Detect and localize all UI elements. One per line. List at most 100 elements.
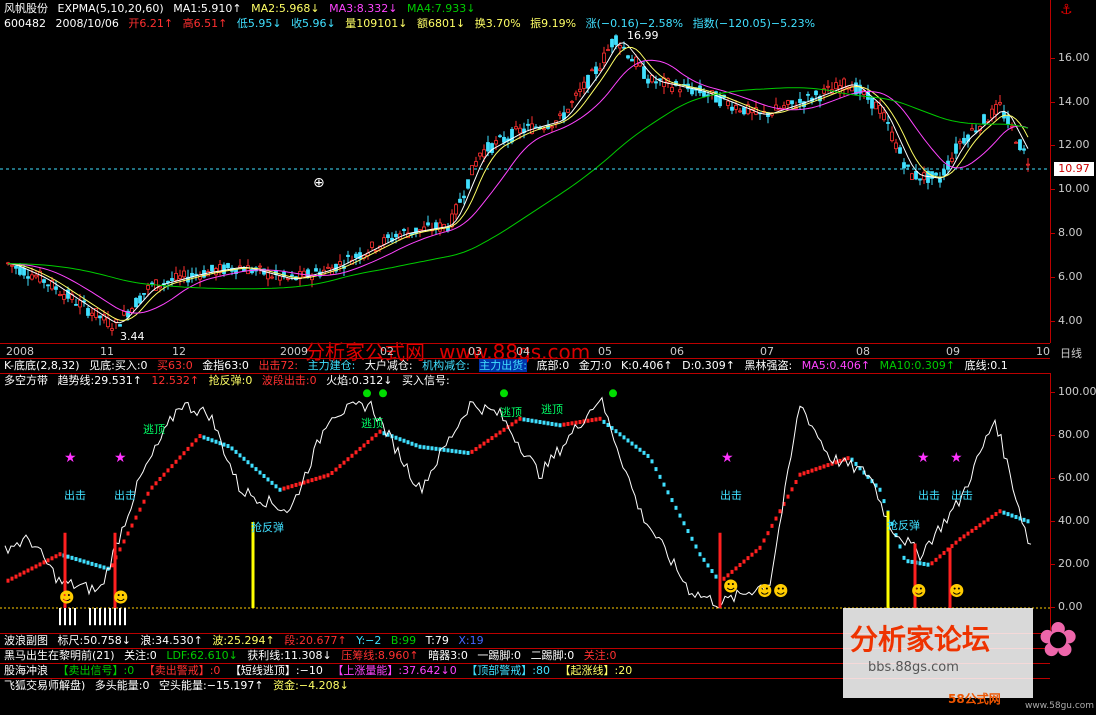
trend-dot: [146, 491, 150, 496]
trend-dot: [158, 477, 162, 481]
candle-body: [178, 275, 182, 279]
candle-body: [590, 69, 594, 72]
wave-bo: 波:25.294↑: [212, 634, 275, 647]
candle-body: [386, 234, 390, 238]
candle-body: [938, 178, 942, 183]
candle-body: [962, 137, 966, 144]
trend-dot: [902, 555, 906, 560]
trend-dot: [638, 447, 642, 452]
candle-body: [142, 293, 146, 295]
candle-body: [74, 303, 78, 306]
candle-body: [622, 46, 626, 49]
trend-dot: [618, 432, 622, 437]
trend-dot: [414, 443, 418, 448]
period-label[interactable]: 日线: [1060, 345, 1082, 361]
smiley-icon: ☻: [757, 582, 773, 600]
candle-body: [826, 85, 830, 88]
crosshair-cursor-icon[interactable]: ⊕: [313, 175, 325, 191]
trend-dot: [1014, 514, 1018, 519]
candle-body: [906, 164, 910, 167]
ma2-line: [7, 46, 1029, 321]
candle-body: [730, 106, 734, 111]
trend-dot: [346, 457, 350, 462]
candle-body: [326, 266, 330, 269]
trend-dot: [86, 560, 90, 565]
trend-dot: [1006, 512, 1010, 517]
trend-dot: [802, 471, 806, 476]
candle-body: [86, 308, 90, 316]
fox-row: 飞狐交易师解盘) 多头能量:0 空头能量:−15.197↑ 资金:−4.208↓: [4, 679, 355, 693]
trend-dot: [150, 485, 154, 490]
home-icon[interactable]: ⚓: [1060, 2, 1073, 18]
candle-body: [654, 81, 658, 84]
candle-body: [258, 265, 262, 268]
trend-dot: [666, 490, 670, 495]
trend-dot: [650, 459, 654, 464]
trend-dot: [190, 442, 194, 447]
surf-sell: 【卖出信号】:0: [57, 664, 135, 677]
trend-dot: [458, 449, 462, 454]
high-price-label: 16.99: [627, 29, 659, 42]
ma1-label: MA1:5.910↑: [173, 2, 242, 15]
price-chart[interactable]: [0, 0, 1050, 343]
date-axis-label: 06: [670, 345, 684, 358]
candle-body: [566, 108, 570, 113]
logo-58: 58公式网: [948, 692, 1001, 706]
wave-b: B:99: [390, 634, 417, 647]
candle-body: [466, 179, 470, 189]
candle-body: [886, 122, 890, 124]
trend-dot: [846, 456, 850, 461]
trend-dot: [370, 436, 374, 441]
turnover: 换3.70%: [474, 17, 521, 30]
trend-dot: [266, 477, 270, 482]
trend-dot: [566, 421, 570, 426]
trend-dot: [94, 563, 98, 568]
trend-dot: [282, 486, 286, 491]
green-signal-dot: [363, 389, 371, 398]
trend-dot: [486, 438, 490, 443]
trend-dot: [398, 437, 402, 442]
trend-dot: [878, 487, 882, 492]
candle-body: [150, 282, 154, 285]
trend-dot: [214, 439, 218, 444]
low-price: 低5.95↓: [236, 17, 282, 30]
indicator-tick: 80.00: [1050, 428, 1090, 441]
star-icon: ★: [64, 450, 77, 466]
candle-body: [806, 93, 810, 96]
candle-body: [526, 123, 530, 126]
trend-dot: [934, 557, 938, 562]
trend-dot: [626, 438, 630, 443]
trend-dot: [22, 570, 26, 575]
candle-body: [734, 104, 738, 110]
candle-body: [118, 324, 122, 327]
chart-header-row2: 600482 2008/10/06 开6.21↑ 高6.51↑ 低5.95↓ 收…: [4, 17, 821, 31]
candle-body: [402, 229, 406, 231]
candle-body: [314, 268, 318, 272]
candle-body: [910, 173, 914, 180]
trend-dot: [602, 419, 606, 424]
trend-dot: [466, 450, 470, 455]
trend-dot: [794, 480, 798, 485]
star-icon: ★: [917, 450, 930, 466]
date-axis-label: 2008: [6, 345, 34, 358]
candle-body: [514, 126, 518, 130]
wave-title: 波浪副图: [4, 634, 48, 647]
trend-dot: [998, 509, 1002, 514]
candle-body: [146, 285, 150, 290]
stock-code: 600482: [4, 17, 46, 30]
candle-body: [370, 241, 374, 248]
date-axis-line: [0, 343, 1050, 344]
wave-y: Y:−2: [356, 634, 382, 647]
trend-dot: [450, 448, 454, 453]
price-tick: 12.00: [1050, 138, 1090, 151]
trend-dot: [186, 446, 190, 451]
trend-dot: [262, 473, 266, 478]
trend-value: 趋势线:29.531↑: [57, 374, 142, 387]
candle-body: [726, 100, 730, 106]
candle-body: [46, 284, 50, 287]
quote-date: 2008/10/06: [55, 17, 119, 30]
candle-body: [618, 45, 622, 49]
candle-body: [558, 113, 562, 116]
candle-body: [354, 253, 358, 258]
trend-dot: [122, 539, 126, 544]
